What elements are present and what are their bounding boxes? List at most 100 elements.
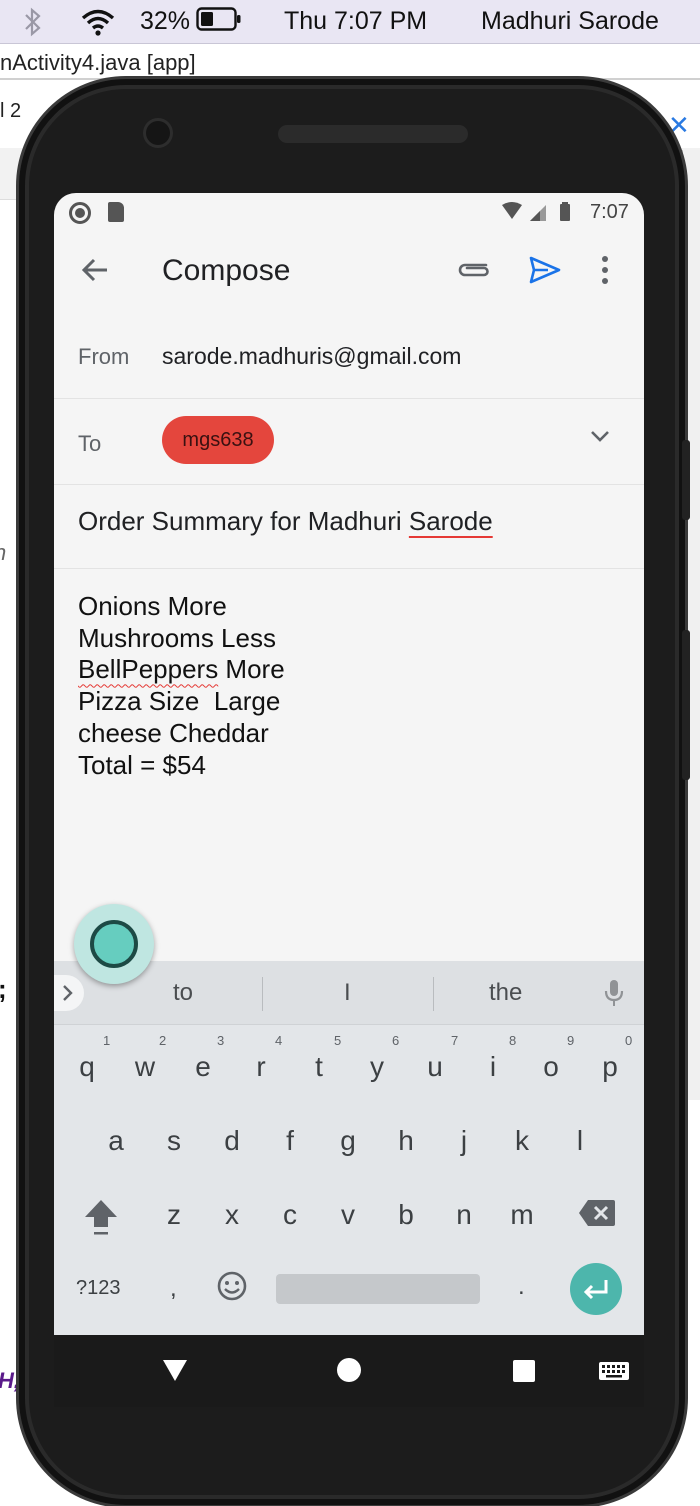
key-y[interactable]: y bbox=[357, 1051, 397, 1083]
nav-home-icon[interactable] bbox=[336, 1357, 362, 1388]
suggestion-3[interactable]: the bbox=[489, 979, 522, 1007]
bluetooth-icon[interactable] bbox=[22, 7, 44, 44]
keyboard-icon[interactable] bbox=[598, 1361, 630, 1386]
subject-field[interactable]: Order Summary for Madhuri Sarode bbox=[54, 485, 644, 569]
body-line: Onions More bbox=[78, 591, 227, 621]
body-line: BellPeppers More bbox=[78, 654, 285, 685]
attach-icon[interactable] bbox=[456, 259, 492, 284]
floating-assistant-button[interactable] bbox=[74, 904, 154, 984]
android-nav-bar bbox=[54, 1335, 644, 1407]
recipient-chip[interactable]: mgs638 bbox=[162, 416, 274, 464]
expand-suggestions-button[interactable] bbox=[54, 975, 84, 1011]
key-hint: 5 bbox=[334, 1033, 342, 1048]
power-button[interactable] bbox=[682, 630, 690, 780]
symbols-key[interactable]: ?123 bbox=[76, 1277, 121, 1300]
key-hint: 9 bbox=[567, 1033, 575, 1048]
key-d[interactable]: d bbox=[212, 1125, 252, 1157]
period-key[interactable]: . bbox=[518, 1273, 525, 1301]
body-line: cheese Cheddar bbox=[78, 717, 269, 748]
user-name[interactable]: Madhuri Sarode bbox=[481, 7, 659, 36]
recording-icon bbox=[69, 202, 91, 224]
battery-icon[interactable] bbox=[196, 7, 242, 38]
key-o[interactable]: o bbox=[531, 1051, 571, 1083]
android-clock: 7:07 bbox=[590, 201, 629, 223]
front-camera bbox=[146, 121, 170, 145]
key-q[interactable]: q bbox=[67, 1051, 107, 1083]
key-n[interactable]: n bbox=[444, 1199, 484, 1231]
key-g[interactable]: g bbox=[328, 1125, 368, 1157]
more-vert-icon[interactable] bbox=[600, 255, 610, 290]
key-hint: 8 bbox=[509, 1033, 517, 1048]
backspace-icon[interactable] bbox=[578, 1199, 616, 1232]
suggestion-2[interactable]: I bbox=[344, 979, 351, 1007]
key-l[interactable]: l bbox=[560, 1125, 600, 1157]
key-t[interactable]: t bbox=[299, 1051, 339, 1083]
key-i[interactable]: i bbox=[473, 1051, 513, 1083]
key-v[interactable]: v bbox=[328, 1199, 368, 1231]
mic-icon[interactable] bbox=[604, 979, 624, 1014]
from-address[interactable]: sarode.madhuris@gmail.com bbox=[162, 343, 461, 370]
key-r[interactable]: r bbox=[241, 1051, 281, 1083]
key-hint: 6 bbox=[392, 1033, 400, 1048]
ide-fragment: l 2 bbox=[0, 100, 22, 122]
key-hint: 0 bbox=[625, 1033, 633, 1048]
shift-icon[interactable] bbox=[82, 1197, 120, 1242]
to-label: To bbox=[78, 431, 102, 456]
key-hint: 1 bbox=[103, 1033, 111, 1048]
body-line: Mushrooms Less bbox=[78, 622, 276, 653]
key-x[interactable]: x bbox=[212, 1199, 252, 1231]
ide-editor-tab[interactable]: nActivity4.java [app] bbox=[0, 50, 196, 76]
key-s[interactable]: s bbox=[154, 1125, 194, 1157]
back-arrow-icon[interactable] bbox=[80, 255, 110, 290]
key-p[interactable]: p bbox=[590, 1051, 630, 1083]
key-z[interactable]: z bbox=[154, 1199, 194, 1231]
ide-code-fragment: n bbox=[0, 540, 6, 566]
key-e[interactable]: e bbox=[183, 1051, 223, 1083]
send-icon[interactable] bbox=[528, 255, 562, 290]
body-line: Total = $54 bbox=[78, 749, 206, 780]
from-label: From bbox=[78, 344, 130, 369]
assistant-dot bbox=[90, 920, 138, 968]
key-m[interactable]: m bbox=[502, 1199, 542, 1231]
key-hint: 4 bbox=[275, 1033, 283, 1048]
sd-card-icon bbox=[108, 202, 124, 222]
suggestion-1[interactable]: to bbox=[173, 979, 193, 1007]
emoji-icon[interactable] bbox=[216, 1270, 248, 1307]
body-line: Pizza Size Large bbox=[78, 686, 281, 717]
key-hint: 7 bbox=[451, 1033, 459, 1048]
comma-key[interactable]: , bbox=[170, 1275, 177, 1303]
key-h[interactable]: h bbox=[386, 1125, 426, 1157]
earpiece-speaker bbox=[278, 125, 468, 143]
signal-battery-icons bbox=[500, 201, 584, 229]
key-c[interactable]: c bbox=[270, 1199, 310, 1231]
mac-menubar: 32% Thu 7:07 PM Madhuri Sarode bbox=[0, 0, 700, 44]
space-bar[interactable] bbox=[276, 1274, 480, 1304]
battery-percent: 32% bbox=[140, 7, 191, 35]
key-u[interactable]: u bbox=[415, 1051, 455, 1083]
subject-text[interactable]: Order Summary for Madhuri Sarode bbox=[78, 506, 493, 537]
android-status-bar: 7:07 bbox=[54, 193, 644, 231]
nav-recents-icon[interactable] bbox=[512, 1359, 536, 1388]
page-title: Compose bbox=[162, 254, 291, 287]
clock[interactable]: Thu 7:07 PM bbox=[284, 7, 427, 36]
key-w[interactable]: w bbox=[125, 1051, 165, 1083]
volume-button[interactable] bbox=[682, 440, 690, 520]
suggestion-divider bbox=[262, 977, 263, 1011]
key-hint: 2 bbox=[159, 1033, 167, 1048]
soft-keyboard: to I the q w e r t y u i o p 1 2 3 4 5 6… bbox=[54, 961, 644, 1335]
from-row[interactable]: From sarode.madhuris@gmail.com bbox=[54, 317, 644, 399]
compose-app-bar: Compose bbox=[54, 237, 644, 307]
key-a[interactable]: a bbox=[96, 1125, 136, 1157]
phone-screen: 7:07 Compose From sarode.madhuris@gmail.… bbox=[54, 193, 644, 1335]
wifi-icon[interactable] bbox=[80, 7, 116, 44]
nav-back-icon[interactable] bbox=[162, 1358, 188, 1387]
key-k[interactable]: k bbox=[502, 1125, 542, 1157]
key-b[interactable]: b bbox=[386, 1199, 426, 1231]
chevron-down-icon[interactable] bbox=[590, 429, 610, 448]
key-j[interactable]: j bbox=[444, 1125, 484, 1157]
key-f[interactable]: f bbox=[270, 1125, 310, 1157]
email-body[interactable]: Onions More Mushrooms Less BellPeppers Mor… bbox=[78, 591, 285, 781]
ide-code-fragment: ; bbox=[0, 974, 7, 1005]
enter-icon[interactable] bbox=[570, 1263, 622, 1315]
to-row[interactable]: To mgs638 bbox=[54, 399, 644, 485]
